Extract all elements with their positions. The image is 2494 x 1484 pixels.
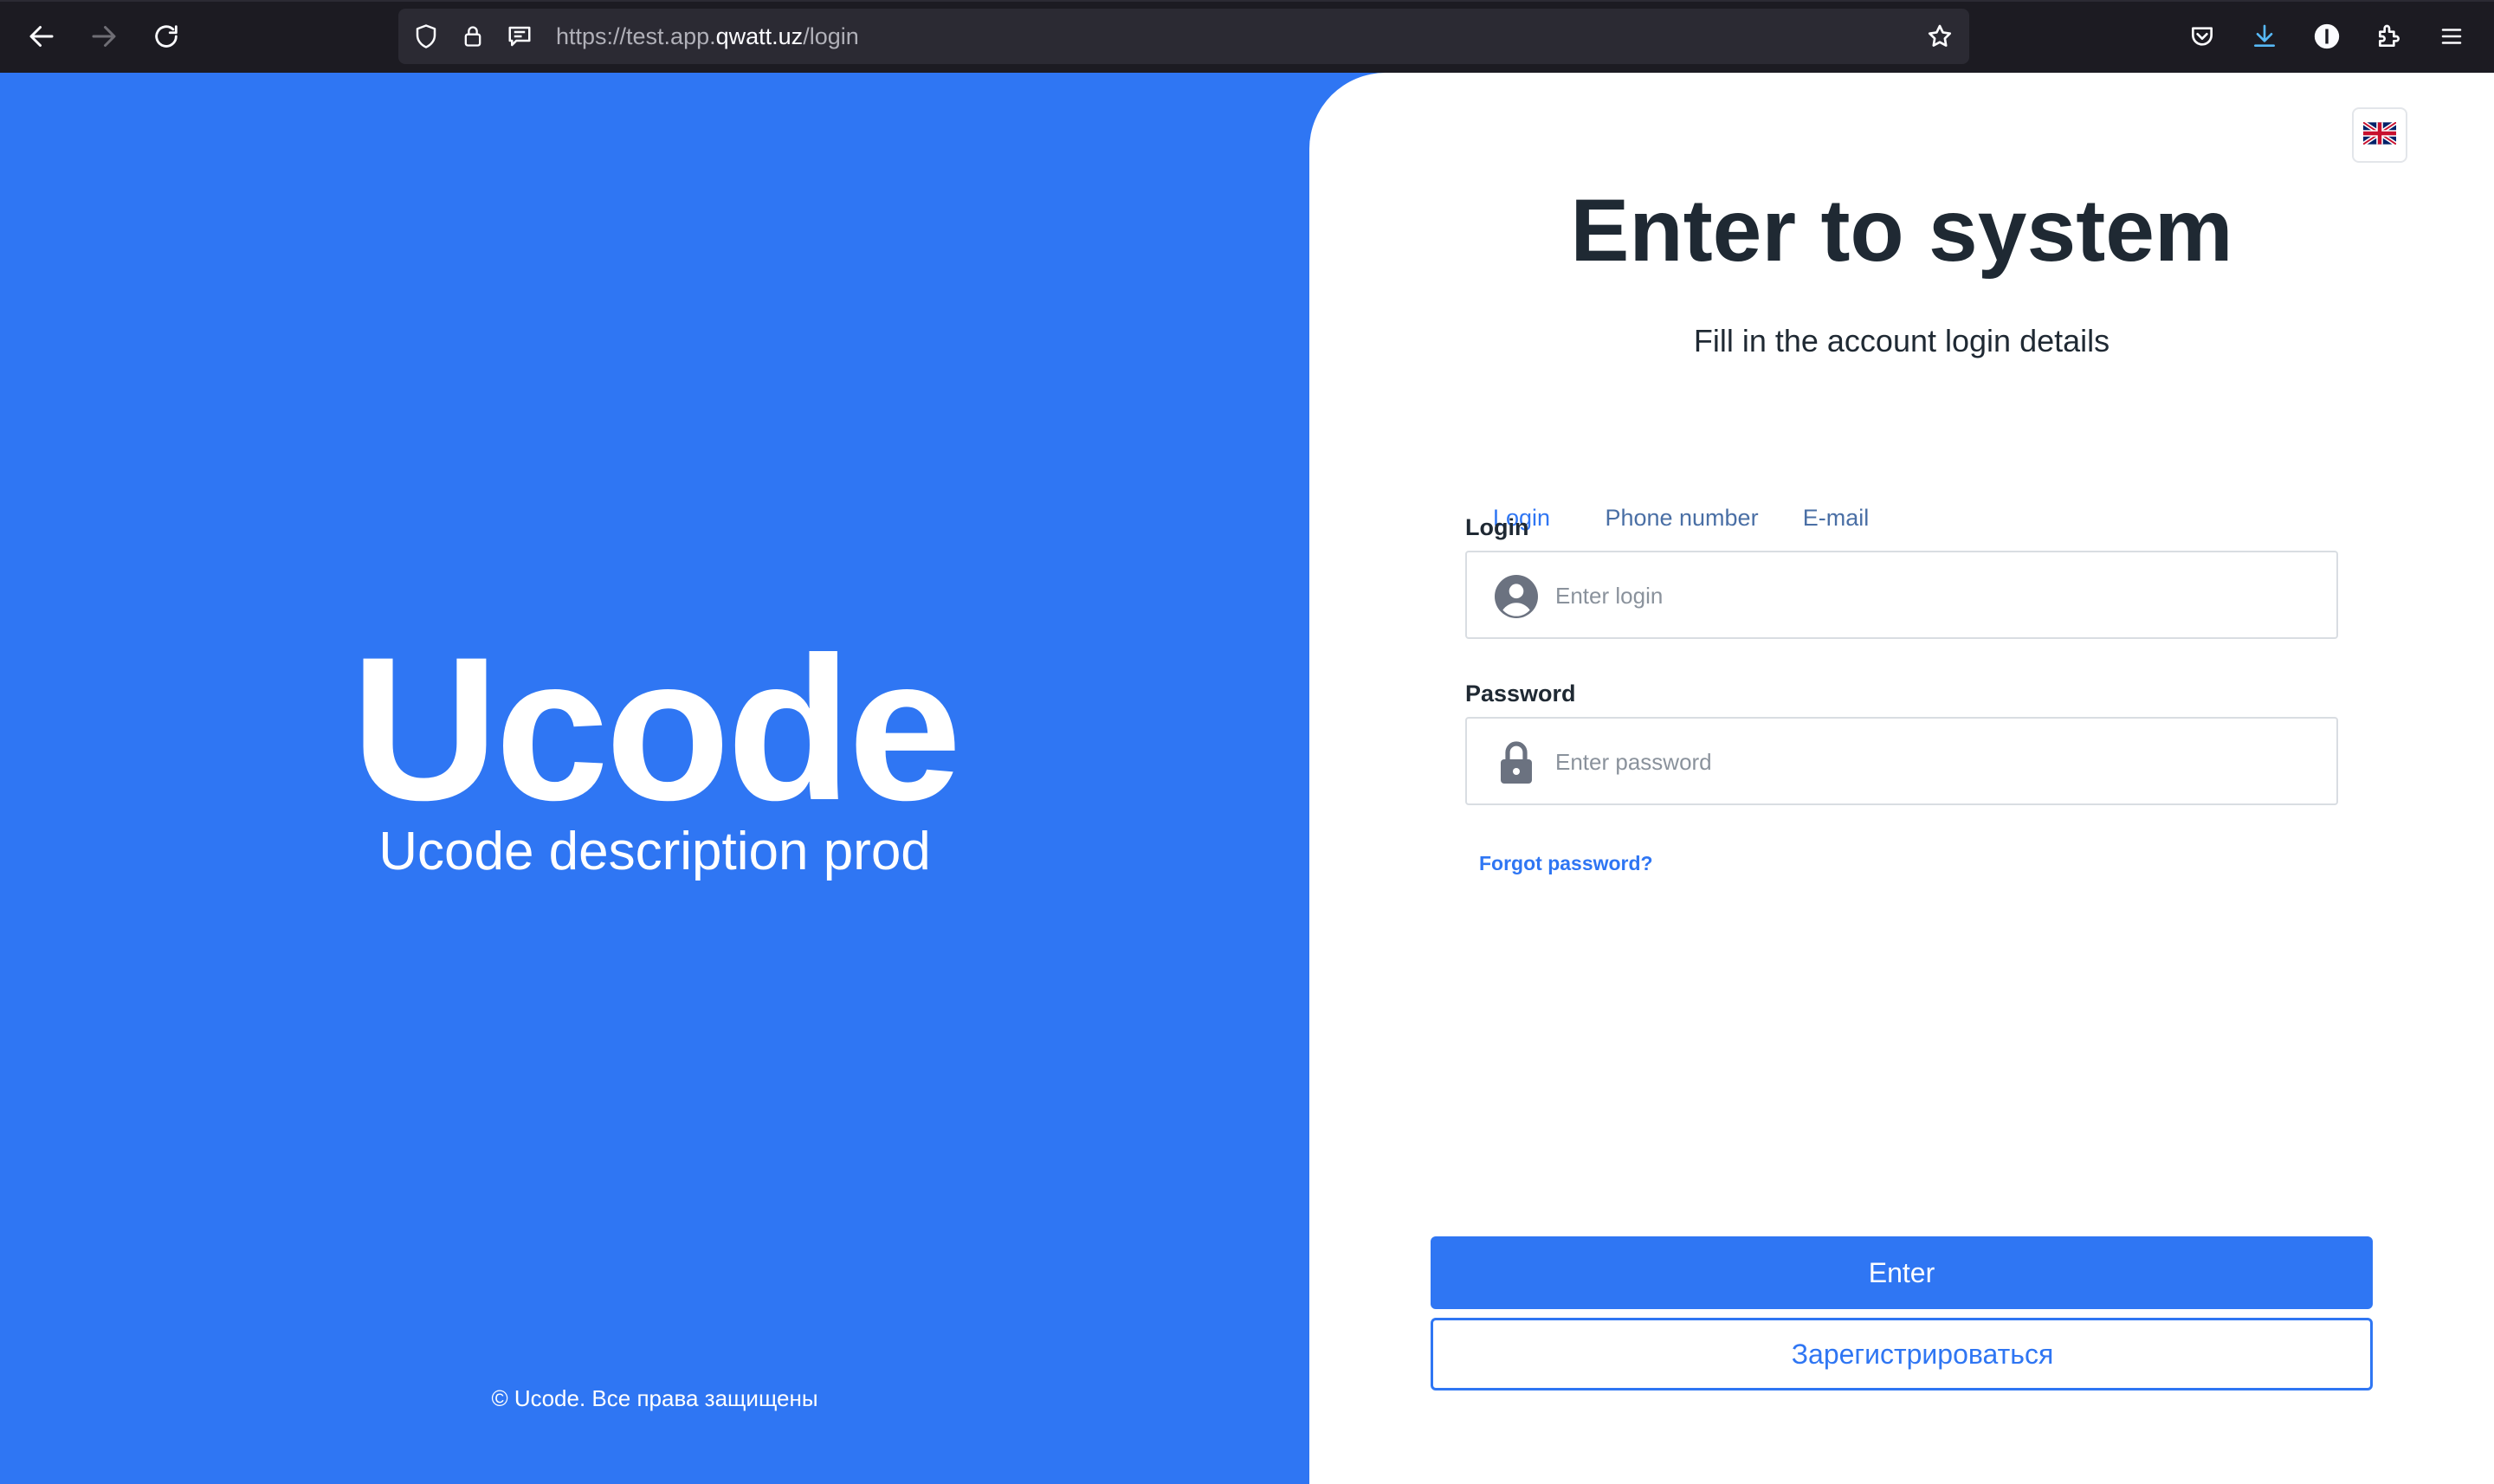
forward-arrow-icon[interactable] <box>83 16 125 57</box>
login-input[interactable] <box>1555 570 2317 622</box>
page-subtitle: Fill in the account login details <box>1693 323 2110 358</box>
bookmark-star-icon[interactable] <box>1926 23 1954 50</box>
register-button[interactable]: Зарегистрироваться <box>1431 1318 2373 1390</box>
reload-icon[interactable] <box>145 16 187 57</box>
menu-icon[interactable] <box>2431 16 2472 57</box>
pocket-icon[interactable] <box>2181 16 2223 57</box>
copyright-text: © Ucode. Все права защищены <box>491 1385 818 1411</box>
url-text[interactable]: https://test.app.qwatt.uz/login <box>556 21 859 52</box>
forgot-password-link[interactable]: Forgot password? <box>1479 850 1653 876</box>
enter-button[interactable]: Enter <box>1431 1236 2373 1309</box>
login-field-label: Login <box>1465 514 1529 540</box>
brand-logo-text: Ucode <box>351 615 961 843</box>
password-field-label: Password <box>1465 681 1576 707</box>
account-icon[interactable] <box>2306 16 2348 57</box>
language-switcher[interactable] <box>2352 107 2407 163</box>
padlock-icon <box>1495 741 1538 784</box>
browser-toolbar: https://test.app.qwatt.uz/login <box>0 0 2494 73</box>
url-scheme: https://test.app. <box>556 23 716 49</box>
password-field[interactable] <box>1465 717 2338 805</box>
hero-panel: Ucode Ucode description prod © Ucode. Вс… <box>0 73 1309 1484</box>
user-avatar-icon <box>1495 575 1538 618</box>
uk-flag-icon <box>2362 119 2398 149</box>
download-icon[interactable] <box>2244 16 2285 57</box>
password-input[interactable] <box>1555 736 2317 788</box>
brand-description: Ucode description prod <box>378 822 931 881</box>
toolbar-top-edge <box>0 0 2494 2</box>
page-title: Enter to system <box>1570 181 2233 280</box>
login-field[interactable] <box>1465 551 2338 639</box>
lock-icon[interactable] <box>459 23 487 50</box>
shield-icon[interactable] <box>412 23 440 50</box>
login-panel: Enter to system Fill in the account logi… <box>1309 73 2494 1484</box>
address-bar[interactable]: https://test.app.qwatt.uz/login <box>398 9 1969 64</box>
url-path: /login <box>803 23 859 49</box>
url-host: qwatt.uz <box>715 23 804 49</box>
back-arrow-icon[interactable] <box>21 16 62 57</box>
reader-view-icon[interactable] <box>506 23 533 50</box>
extensions-icon[interactable] <box>2368 16 2410 57</box>
